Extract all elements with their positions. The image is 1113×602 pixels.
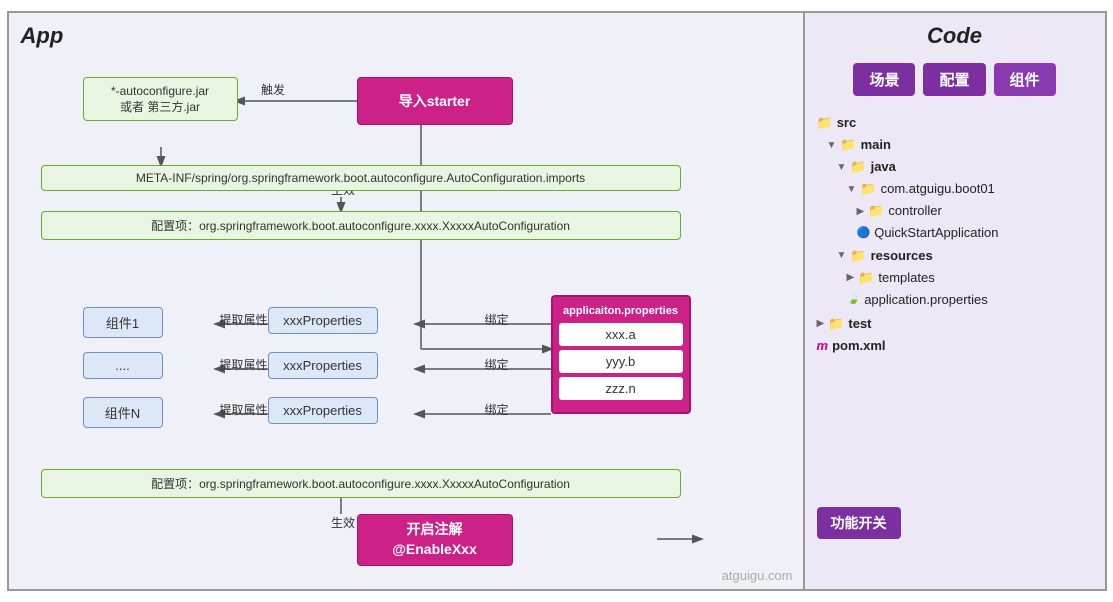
bind1-label: 绑定	[485, 311, 509, 328]
file-icon-m: m	[817, 335, 829, 357]
watermark: atguigu.com	[722, 568, 793, 583]
component-dots-box: ....	[83, 352, 163, 379]
app-properties-box: applicaiton.properties xxx.a yyy.b zzz.n	[551, 295, 691, 414]
svg-text:生效: 生效	[331, 515, 355, 530]
extract1-label: 提取属性	[220, 311, 268, 328]
svg-text:触发: 触发	[261, 82, 285, 97]
prop-b: yyy.b	[559, 350, 683, 373]
tree-main: ▼ 📁 main	[817, 134, 1093, 156]
tree-quickstart: 🔵 QuickStartApplication	[817, 222, 1093, 244]
jar-box: *-autoconfigure.jar 或者 第三方.jar	[83, 77, 238, 121]
arrow-icon: ▶	[847, 269, 855, 286]
tree-test: ▶ 📁 test	[817, 313, 1093, 335]
folder-icon: 📁	[858, 267, 874, 289]
arrow-icon: ▶	[817, 315, 825, 332]
arrow-icon: ▼	[837, 159, 847, 176]
tree-java: ▼ 📁 java	[817, 156, 1093, 178]
tree-pom: m pom.xml	[817, 335, 1093, 357]
code-buttons: 场景 配置 组件	[817, 63, 1093, 96]
config1-box: 配置项：org.springframework.boot.autoconfigu…	[41, 211, 681, 240]
folder-icon: 📁	[840, 134, 856, 156]
diagram: 触发 生效	[21, 59, 791, 559]
arrow-icon: ▼	[847, 181, 857, 198]
main-container: App 触发	[7, 11, 1107, 591]
func-btn-container: 功能开关	[817, 499, 901, 539]
meta-inf-box: META-INF/spring/org.springframework.boot…	[41, 165, 681, 191]
prop-a: xxx.a	[559, 323, 683, 346]
config2-box: 配置项：org.springframework.boot.autoconfigu…	[41, 469, 681, 498]
file-icon: 🔵	[857, 224, 871, 243]
config-button[interactable]: 配置	[923, 63, 985, 96]
file-icon-green: 🍃	[847, 290, 861, 309]
props2-box: xxxProperties	[268, 352, 378, 379]
code-title: Code	[817, 23, 1093, 49]
scene-button[interactable]: 场景	[853, 63, 915, 96]
enable-box: 开启注解 @EnableXxx	[357, 514, 513, 566]
file-tree: 📁 src ▼ 📁 main ▼ 📁 java ▼ 📁 com.atguigu.…	[817, 112, 1093, 357]
component-button[interactable]: 组件	[994, 63, 1056, 96]
import-starter-box: 导入starter	[357, 77, 513, 125]
folder-icon: 📁	[850, 156, 866, 178]
tree-templates: ▶ 📁 templates	[817, 267, 1093, 289]
tree-package: ▼ 📁 com.atguigu.boot01	[817, 178, 1093, 200]
props1-box: xxxProperties	[268, 307, 378, 334]
app-title: App	[21, 23, 791, 49]
bind3-label: 绑定	[485, 401, 509, 418]
arrow-icon: ▶	[857, 203, 865, 220]
tree-src: 📁 src	[817, 112, 1093, 134]
folder-icon: 📁	[868, 200, 884, 222]
componentN-box: 组件N	[83, 397, 163, 428]
tree-app-properties: 🍃 application.properties	[817, 289, 1093, 311]
func-switch-button[interactable]: 功能开关	[817, 507, 901, 539]
component1-box: 组件1	[83, 307, 163, 338]
prop-n: zzz.n	[559, 377, 683, 400]
folder-icon: 📁	[860, 178, 876, 200]
app-panel: App 触发	[9, 13, 805, 589]
folder-icon: 📁	[817, 112, 833, 134]
arrow-icon: ▼	[837, 247, 847, 264]
bind2-label: 绑定	[485, 356, 509, 373]
tree-resources: ▼ 📁 resources	[817, 245, 1093, 267]
folder-icon: 📁	[828, 313, 844, 335]
tree-controller: ▶ 📁 controller	[817, 200, 1093, 222]
extract2-label: 提取属性	[220, 356, 268, 373]
folder-icon: 📁	[850, 245, 866, 267]
props3-box: xxxProperties	[268, 397, 378, 424]
arrow-icon: ▼	[827, 137, 837, 154]
extract3-label: 提取属性	[220, 401, 268, 418]
code-panel: Code 场景 配置 组件 📁 src ▼ 📁 main ▼ 📁 java	[805, 13, 1105, 589]
